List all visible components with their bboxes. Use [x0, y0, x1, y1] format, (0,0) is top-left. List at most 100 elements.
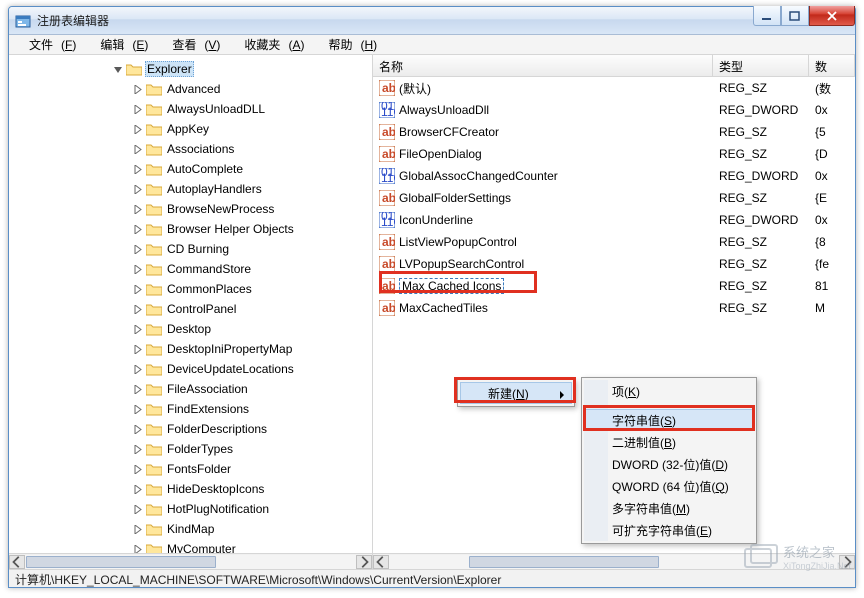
expand-icon[interactable] [133, 304, 144, 315]
ctx-item[interactable]: 多字符串值(M) [584, 497, 754, 519]
tree-item[interactable]: AutoComplete [9, 159, 372, 179]
tree-item[interactable]: FolderDescriptions [9, 419, 372, 439]
expand-icon[interactable] [133, 384, 144, 395]
expand-icon[interactable] [133, 104, 144, 115]
list-row[interactable]: AlwaysUnloadDllREG_DWORD0x [373, 99, 855, 121]
string-value-icon [379, 124, 395, 140]
menu-help[interactable]: 帮助(H) [312, 34, 385, 55]
ctx-item[interactable]: 二进制值(B) [584, 431, 754, 453]
tree-item[interactable]: FindExtensions [9, 399, 372, 419]
scroll-thumb[interactable] [469, 556, 659, 568]
expand-icon[interactable] [133, 464, 144, 475]
list-row[interactable]: GlobalAssocChangedCounterREG_DWORD0x [373, 165, 855, 187]
collapse-icon[interactable] [113, 64, 124, 75]
tree-item[interactable]: FolderTypes [9, 439, 372, 459]
expand-icon[interactable] [133, 204, 144, 215]
tree-item[interactable]: Advanced [9, 79, 372, 99]
menu-view[interactable]: 查看(V) [156, 34, 228, 55]
ctx-item-new[interactable]: 新建(N) [460, 382, 572, 404]
scroll-left-button[interactable] [9, 555, 25, 569]
tree-item[interactable]: BrowseNewProcess [9, 199, 372, 219]
col-header-type[interactable]: 类型 [713, 55, 809, 76]
ctx-item[interactable]: DWORD (32-位)值(D) [584, 453, 754, 475]
list-hscrollbar[interactable] [373, 553, 855, 569]
expand-icon[interactable] [133, 284, 144, 295]
tree-item[interactable]: Browser Helper Objects [9, 219, 372, 239]
menu-favorites[interactable]: 收藏夹(A) [228, 34, 312, 55]
list-row[interactable]: BrowserCFCreatorREG_SZ{5 [373, 121, 855, 143]
list-row[interactable]: LVPopupSearchControlREG_SZ{fe [373, 253, 855, 275]
tree-item[interactable]: Associations [9, 139, 372, 159]
expand-icon[interactable] [133, 544, 144, 554]
expand-icon[interactable] [133, 124, 144, 135]
tree-item[interactable]: ControlPanel [9, 299, 372, 319]
list-row[interactable]: ListViewPopupControlREG_SZ{8 [373, 231, 855, 253]
scroll-right-button[interactable] [839, 555, 855, 569]
maximize-button[interactable] [781, 6, 809, 26]
ctx-item[interactable]: QWORD (64 位)值(Q) [584, 475, 754, 497]
expand-icon[interactable] [133, 484, 144, 495]
tree-item[interactable]: CD Burning [9, 239, 372, 259]
context-menu-new: 新建(N) [457, 379, 575, 407]
tree-item[interactable]: CommonPlaces [9, 279, 372, 299]
tree-hscrollbar[interactable] [9, 553, 372, 569]
scroll-left-button[interactable] [373, 555, 389, 569]
expand-icon[interactable] [133, 444, 144, 455]
tree-item[interactable]: CommandStore [9, 259, 372, 279]
expand-icon[interactable] [133, 424, 144, 435]
submenu-arrow-icon [559, 389, 565, 403]
tree-item[interactable]: Desktop [9, 319, 372, 339]
ctx-item[interactable]: 可扩充字符串值(E) [584, 519, 754, 541]
scroll-right-button[interactable] [356, 555, 372, 569]
tree-item[interactable]: DesktopIniPropertyMap [9, 339, 372, 359]
expand-icon[interactable] [133, 244, 144, 255]
menu-separator [610, 405, 752, 406]
col-header-name[interactable]: 名称 [373, 55, 713, 76]
expand-icon[interactable] [133, 404, 144, 415]
tree-item[interactable]: MyComputer [9, 539, 372, 553]
menu-edit[interactable]: 编辑(E) [84, 34, 156, 55]
tree-item-explorer[interactable]: Explorer [9, 59, 372, 79]
tree-item[interactable]: AppKey [9, 119, 372, 139]
list-row[interactable]: IconUnderlineREG_DWORD0x [373, 209, 855, 231]
expand-icon[interactable] [133, 144, 144, 155]
list-row[interactable]: MaxCachedTilesREG_SZM [373, 297, 855, 319]
tree-pane: ExplorerAdvancedAlwaysUnloadDLLAppKeyAss… [9, 55, 373, 569]
titlebar[interactable]: 注册表编辑器 [9, 7, 855, 35]
ctx-item[interactable]: 字符串值(S) [584, 409, 754, 431]
tree-item[interactable]: FileAssociation [9, 379, 372, 399]
menu-file[interactable]: 文件(F) [13, 34, 84, 55]
tree-item[interactable]: AutoplayHandlers [9, 179, 372, 199]
expand-icon[interactable] [133, 324, 144, 335]
binary-value-icon [379, 168, 395, 184]
expand-icon[interactable] [133, 184, 144, 195]
list-row[interactable]: FileOpenDialogREG_SZ{D [373, 143, 855, 165]
close-button[interactable] [809, 6, 855, 26]
string-value-icon [379, 278, 395, 294]
tree-item[interactable]: DeviceUpdateLocations [9, 359, 372, 379]
context-submenu-new: 项(K) 字符串值(S)二进制值(B)DWORD (32-位)值(D)QWORD … [581, 377, 757, 544]
ctx-item[interactable]: 项(K) [584, 380, 754, 402]
tree-item[interactable]: HotPlugNotification [9, 499, 372, 519]
tree-item[interactable]: FontsFolder [9, 459, 372, 479]
expand-icon[interactable] [133, 344, 144, 355]
list-row[interactable]: (默认)REG_SZ(数 [373, 77, 855, 99]
col-header-data[interactable]: 数 [809, 55, 855, 76]
tree-item[interactable]: KindMap [9, 519, 372, 539]
tree-item[interactable]: AlwaysUnloadDLL [9, 99, 372, 119]
expand-icon[interactable] [133, 524, 144, 535]
string-value-icon [379, 300, 395, 316]
app-icon [15, 13, 31, 29]
list-row[interactable]: GlobalFolderSettingsREG_SZ{E [373, 187, 855, 209]
list-row[interactable]: Max Cached IconsREG_SZ81 [373, 275, 855, 297]
expand-icon[interactable] [133, 504, 144, 515]
expand-icon[interactable] [133, 224, 144, 235]
tree-item[interactable]: HideDesktopIcons [9, 479, 372, 499]
binary-value-icon [379, 102, 395, 118]
expand-icon[interactable] [133, 364, 144, 375]
expand-icon[interactable] [133, 84, 144, 95]
expand-icon[interactable] [133, 164, 144, 175]
expand-icon[interactable] [133, 264, 144, 275]
minimize-button[interactable] [753, 6, 781, 26]
scroll-thumb[interactable] [26, 556, 216, 568]
